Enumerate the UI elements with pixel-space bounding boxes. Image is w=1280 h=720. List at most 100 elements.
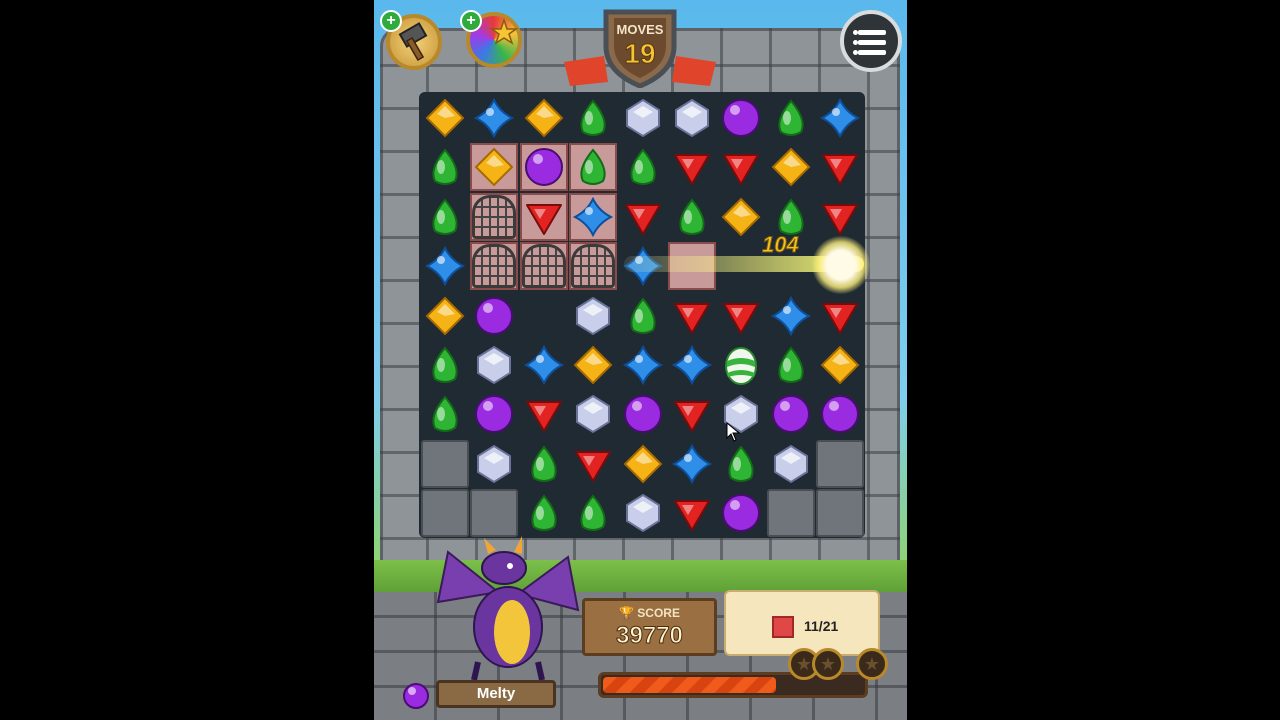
board-cell[interactable] xyxy=(668,193,716,241)
green-gem xyxy=(778,346,804,383)
dragon-character xyxy=(436,536,580,681)
board-cell[interactable] xyxy=(520,292,568,340)
stone-block xyxy=(421,439,469,488)
board-cell[interactable] xyxy=(470,390,518,438)
add-shuffle-button[interactable]: + xyxy=(460,10,482,32)
board-cell[interactable] xyxy=(717,94,765,142)
yellow-gem xyxy=(425,296,465,336)
board-cell[interactable] xyxy=(520,94,568,142)
board-cell[interactable] xyxy=(619,94,667,142)
board-cell[interactable] xyxy=(668,341,716,389)
stone-block xyxy=(816,439,865,488)
red-gem xyxy=(674,500,710,532)
score-progress-fill xyxy=(603,677,776,693)
board-cell[interactable] xyxy=(816,193,864,241)
board-cell[interactable] xyxy=(816,292,864,340)
board-cell[interactable] xyxy=(421,390,469,438)
add-hammer-button[interactable]: + xyxy=(380,10,402,32)
board-cell[interactable] xyxy=(766,489,815,538)
board-cell[interactable] xyxy=(619,143,667,191)
progress-star-3-icon: ★ xyxy=(856,648,888,680)
board-cell[interactable] xyxy=(767,341,815,389)
board-cell[interactable] xyxy=(470,489,519,538)
character-name-plate: Melty xyxy=(436,680,556,708)
board-cell[interactable] xyxy=(619,341,667,389)
board-cell[interactable] xyxy=(421,292,469,340)
board-cell[interactable] xyxy=(421,94,469,142)
board-cell[interactable] xyxy=(569,143,618,192)
board-cell[interactable] xyxy=(668,440,716,488)
board-cell[interactable] xyxy=(717,440,765,488)
blue-gem xyxy=(425,246,465,287)
board-cell[interactable] xyxy=(668,94,716,142)
board-cell[interactable] xyxy=(619,390,667,438)
board-cell[interactable] xyxy=(816,94,864,142)
board-cell[interactable] xyxy=(569,94,617,142)
board-cell[interactable] xyxy=(421,489,469,538)
board-cell[interactable] xyxy=(519,242,568,291)
board-cell[interactable] xyxy=(520,341,568,389)
board-cell[interactable] xyxy=(816,489,865,538)
purple-gem xyxy=(821,395,860,434)
board-cell[interactable] xyxy=(569,192,618,241)
board-cell[interactable] xyxy=(767,143,815,191)
board-cell[interactable] xyxy=(569,242,618,291)
board-cell[interactable] xyxy=(421,193,469,241)
board-cell[interactable] xyxy=(421,439,469,488)
board-cell[interactable] xyxy=(519,143,568,192)
board-cell[interactable] xyxy=(767,440,815,488)
board-cell[interactable] xyxy=(470,242,519,291)
board-cell[interactable] xyxy=(470,341,518,389)
board-cell[interactable] xyxy=(816,341,864,389)
red-gem xyxy=(674,154,710,186)
board-cell[interactable] xyxy=(421,341,469,389)
green-gem xyxy=(432,198,458,235)
board-cell[interactable] xyxy=(470,143,519,192)
board-cell[interactable] xyxy=(816,439,865,488)
board-cell[interactable] xyxy=(767,292,815,340)
board-cell[interactable] xyxy=(520,440,568,488)
board-cell[interactable] xyxy=(569,341,617,389)
board-cell[interactable] xyxy=(668,390,716,438)
board-cell[interactable] xyxy=(421,143,469,191)
board-cell[interactable] xyxy=(717,390,765,438)
board-cell[interactable] xyxy=(619,193,667,241)
board-cell[interactable] xyxy=(520,390,568,438)
board-cell[interactable] xyxy=(816,143,864,191)
yellow-gem xyxy=(721,197,761,237)
board-cell[interactable] xyxy=(816,390,864,438)
board-cell[interactable] xyxy=(470,440,518,488)
score-label-text: SCORE xyxy=(637,606,680,620)
board-cell[interactable] xyxy=(569,292,617,340)
trophy-icon: 🏆 xyxy=(619,606,634,620)
board-cell[interactable] xyxy=(519,192,568,241)
board-cell[interactable] xyxy=(717,489,765,537)
board-cell[interactable] xyxy=(619,489,667,537)
menu-button[interactable] xyxy=(840,10,902,72)
board-cell[interactable] xyxy=(569,440,617,488)
board-cell[interactable] xyxy=(668,143,716,191)
board-cell[interactable] xyxy=(470,292,518,340)
board-cell[interactable] xyxy=(569,390,617,438)
board-cell[interactable] xyxy=(520,489,568,537)
board-cell[interactable] xyxy=(767,390,815,438)
purple-gem xyxy=(722,99,761,137)
blue-gem xyxy=(523,345,564,385)
board-cell[interactable] xyxy=(470,192,519,241)
board-cell[interactable] xyxy=(619,292,667,340)
board-cell[interactable] xyxy=(668,489,716,537)
board-cell[interactable] xyxy=(717,292,765,340)
game-screen: 104 + + MOVES 19 🏆 SCORE 39770 11/21 ★ ★… xyxy=(374,0,907,720)
board-cell[interactable] xyxy=(717,143,765,191)
white-gem xyxy=(675,98,709,138)
board-cell[interactable] xyxy=(717,341,765,389)
board-cell[interactable] xyxy=(767,94,815,142)
board-cell[interactable] xyxy=(421,242,469,290)
board-cell[interactable] xyxy=(717,193,765,241)
board-cell[interactable] xyxy=(668,292,716,340)
board-cell[interactable] xyxy=(619,440,667,488)
red-gem xyxy=(674,302,710,334)
board-cell[interactable] xyxy=(470,94,518,142)
board-cell[interactable] xyxy=(569,489,617,537)
purple-gem xyxy=(623,395,662,434)
